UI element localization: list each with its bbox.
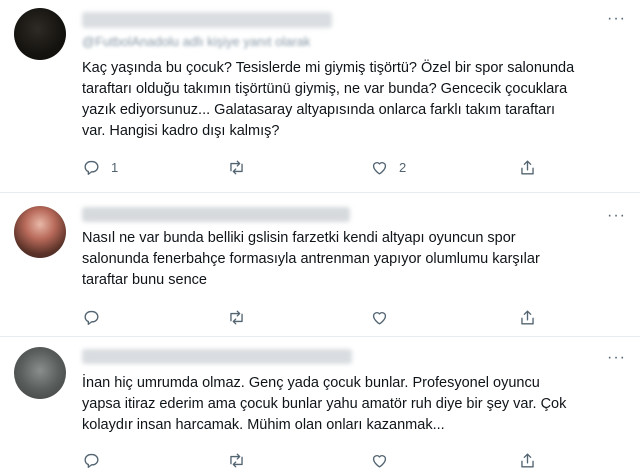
avatar[interactable] <box>14 347 66 399</box>
tweet-1[interactable]: ··· @FutbolAnadolu adlı kişiye yanıt ola… <box>0 0 640 193</box>
tweet-actions <box>82 308 552 330</box>
like-icon <box>372 312 387 325</box>
like-button[interactable] <box>370 308 399 327</box>
tweet-3[interactable]: ··· İnan hiç umrumda olmaz. Genç yada ço… <box>0 337 640 468</box>
reply-icon <box>84 160 99 175</box>
retweet-button[interactable] <box>227 308 256 327</box>
reply-button[interactable]: 1 <box>82 158 118 177</box>
reply-icon <box>84 310 99 325</box>
tweet-text: Kaç yaşında bu çocuk? Tesislerde mi giym… <box>82 60 575 139</box>
tweet-actions <box>82 451 552 473</box>
retweet-button[interactable] <box>227 158 256 177</box>
like-icon <box>372 162 387 175</box>
reply-icon <box>84 453 99 468</box>
reply-to-text[interactable]: @FutbolAnadolu adlı kişiye yanıt olarak <box>82 34 311 49</box>
like-icon <box>372 455 387 468</box>
avatar[interactable] <box>14 8 66 60</box>
username-blurred[interactable] <box>82 207 350 222</box>
like-count: 2 <box>399 160 407 175</box>
share-icon <box>521 310 534 325</box>
share-icon <box>521 453 534 468</box>
more-icon[interactable]: ··· <box>607 10 626 28</box>
more-icon[interactable]: ··· <box>607 349 626 367</box>
tweet-actions: 1 2 <box>82 158 552 180</box>
more-icon[interactable]: ··· <box>607 207 626 225</box>
share-button[interactable] <box>518 308 547 327</box>
tweet-text: İnan hiç umrumda olmaz. Genç yada çocuk … <box>82 375 567 433</box>
retweet-icon <box>230 310 243 325</box>
username-blurred[interactable] <box>82 12 332 28</box>
like-button[interactable] <box>370 451 399 470</box>
share-button[interactable] <box>518 451 547 470</box>
share-button[interactable] <box>518 158 547 177</box>
tweet-2[interactable]: ··· Nasıl ne var bunda belliki gslisin f… <box>0 193 640 337</box>
retweet-icon <box>230 453 243 468</box>
reply-button[interactable] <box>82 451 111 470</box>
reply-button[interactable] <box>82 308 111 327</box>
share-icon <box>521 160 534 175</box>
retweet-icon <box>230 160 243 175</box>
retweet-button[interactable] <box>227 451 256 470</box>
reply-count: 1 <box>111 160 119 175</box>
like-button[interactable]: 2 <box>370 158 406 177</box>
tweet-text: Nasıl ne var bunda belliki gslisin farze… <box>82 230 540 288</box>
avatar[interactable] <box>14 206 66 258</box>
username-blurred[interactable] <box>82 349 352 364</box>
